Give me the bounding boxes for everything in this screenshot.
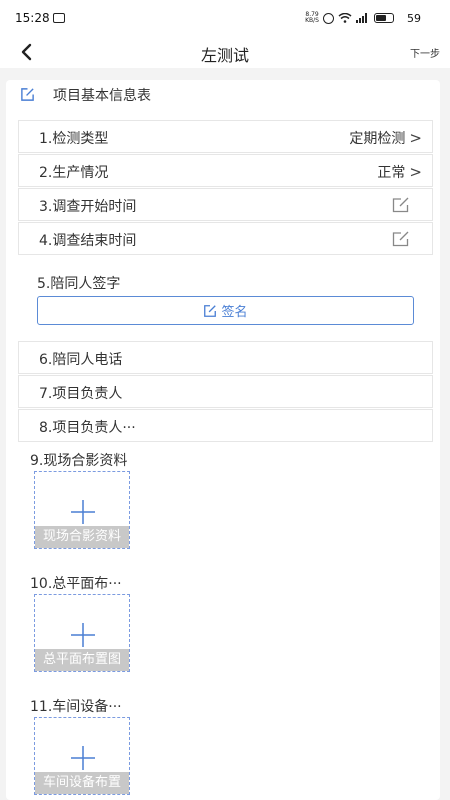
plus-icon <box>71 500 95 524</box>
section-header: 项目基本信息表 <box>6 80 440 110</box>
status-time: 15:28 <box>15 11 50 25</box>
photo-caption: 车间设备布置 <box>35 772 129 794</box>
chevron-right-icon: > <box>409 129 422 147</box>
signal-icon <box>356 13 370 23</box>
status-icons: 8.79 KB/S <box>305 12 394 24</box>
sign-button-label: 签名 <box>221 305 248 320</box>
detection-type-value: 定期检测 <box>349 131 406 147</box>
photo-caption: 现场合影资料 <box>35 526 129 548</box>
wifi-icon <box>338 13 352 23</box>
photo-upload-workshop-equipment[interactable]: 车间设备布置 <box>34 717 130 795</box>
photo-upload-site-group[interactable]: 现场合影资料 <box>34 471 130 549</box>
photo-caption: 总平面布置图 <box>35 649 129 671</box>
form-row-production-status[interactable]: 2.生产情况 正常 > <box>18 154 433 187</box>
net-speed: 8.79 KB/S <box>305 12 319 24</box>
section-title: 项目基本信息表 <box>53 88 151 104</box>
plus-icon <box>71 746 95 770</box>
row-value: 定期检测 > <box>349 128 422 148</box>
row-label: 4.调查结束时间 <box>39 233 137 249</box>
row-label: 1.检测类型 <box>39 131 109 147</box>
alarm-icon <box>323 12 334 24</box>
next-step-button[interactable]: 下一步 <box>410 45 440 60</box>
edit-icon[interactable] <box>392 231 410 247</box>
form-row-companion-phone[interactable]: 6.陪同人电话 <box>18 341 433 374</box>
form-row-project-leader-extra[interactable]: 8.项目负责人··· <box>18 409 433 442</box>
signature-label: 5.陪同人签字 <box>37 276 121 292</box>
nav-bar: 左测试 下一步 <box>0 38 450 68</box>
form-row-survey-start-time[interactable]: 3.调查开始时间 <box>18 188 433 221</box>
row-label: 7.项目负责人 <box>39 386 123 402</box>
form-row-project-leader[interactable]: 7.项目负责人 <box>18 375 433 408</box>
plus-icon <box>71 623 95 647</box>
photo-section-title: 10.总平面布··· <box>30 576 122 592</box>
net-speed-unit: KB/S <box>305 17 319 24</box>
row-label: 2.生产情况 <box>39 165 109 181</box>
row-value: 正常 > <box>377 162 422 182</box>
companion-signature-block: 5.陪同人签字 签名 <box>18 260 433 340</box>
photo-upload-floor-plan[interactable]: 总平面布置图 <box>34 594 130 672</box>
edit-icon[interactable] <box>392 197 410 213</box>
status-bar: 15:28 8.79 KB/S 59 <box>0 0 450 38</box>
production-status-value: 正常 <box>377 165 406 181</box>
row-label: 8.项目负责人··· <box>39 420 136 436</box>
form-row-detection-type[interactable]: 1.检测类型 定期检测 > <box>18 120 433 153</box>
edit-square-icon <box>21 88 34 101</box>
photo-section-title: 9.现场合影资料 <box>30 453 128 469</box>
sign-button[interactable]: 签名 <box>37 296 414 325</box>
form-row-survey-end-time[interactable]: 4.调查结束时间 <box>18 222 433 255</box>
row-label: 6.陪同人电话 <box>39 352 123 368</box>
photo-section-title: 11.车间设备··· <box>30 699 122 715</box>
page-title: 左测试 <box>200 46 249 65</box>
app-notification-icon <box>53 13 65 23</box>
edit-square-icon <box>204 304 217 317</box>
form-card: 1.检测类型 定期检测 > 2.生产情况 正常 > 3.调查开始时间 4.调查结… <box>6 110 440 800</box>
battery-level: 59 <box>407 12 421 25</box>
battery-icon <box>374 13 394 23</box>
chevron-right-icon: > <box>409 163 422 181</box>
row-label: 3.调查开始时间 <box>39 199 137 215</box>
